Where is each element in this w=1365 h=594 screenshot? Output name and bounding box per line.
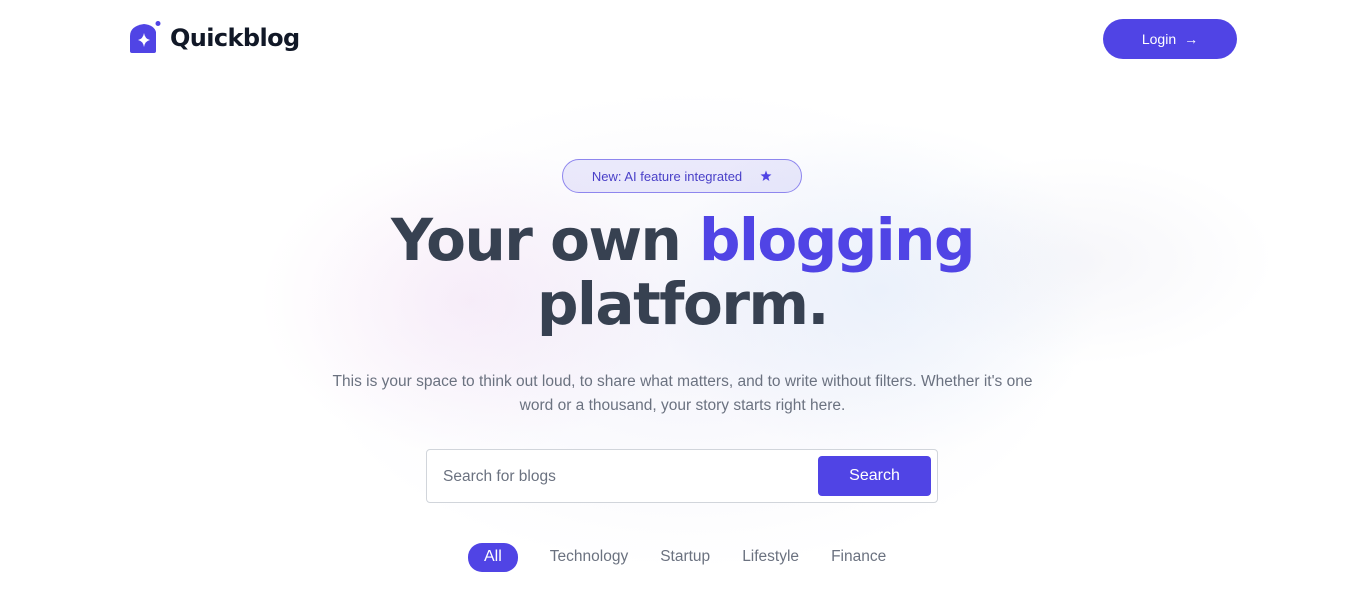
hero-description: This is your space to think out loud, to… — [332, 373, 1033, 414]
category-all[interactable]: All — [468, 542, 518, 572]
sparkle-bookmark-icon — [130, 21, 161, 53]
hero-title-highlight: blogging — [699, 206, 975, 274]
search-button[interactable]: Search — [818, 456, 931, 496]
arrow-right-icon: → — [1184, 31, 1199, 47]
search-form: Search — [426, 449, 938, 503]
search-input[interactable] — [443, 462, 823, 492]
brand-name: Quickblog — [170, 24, 300, 52]
new-feature-badge: New: AI feature integrated — [562, 159, 802, 193]
category-finance[interactable]: Finance — [831, 543, 886, 571]
star-icon — [760, 170, 772, 181]
category-technology[interactable]: Technology — [550, 543, 628, 571]
category-startup[interactable]: Startup — [660, 543, 710, 571]
hero-title-part1: Your own — [390, 206, 700, 274]
category-filter: All Technology Startup Lifestyle Finance — [468, 542, 886, 572]
login-button[interactable]: Login → — [1103, 19, 1237, 59]
badge-text: New: AI feature integrated — [591, 168, 743, 184]
hero-title: Your own blogging platform. — [0, 208, 1365, 336]
brand-logo[interactable]: Quickblog — [126, 20, 300, 56]
category-lifestyle[interactable]: Lifestyle — [742, 543, 799, 571]
hero-title-part2: platform. — [537, 270, 829, 338]
login-label: Login — [1141, 31, 1177, 47]
